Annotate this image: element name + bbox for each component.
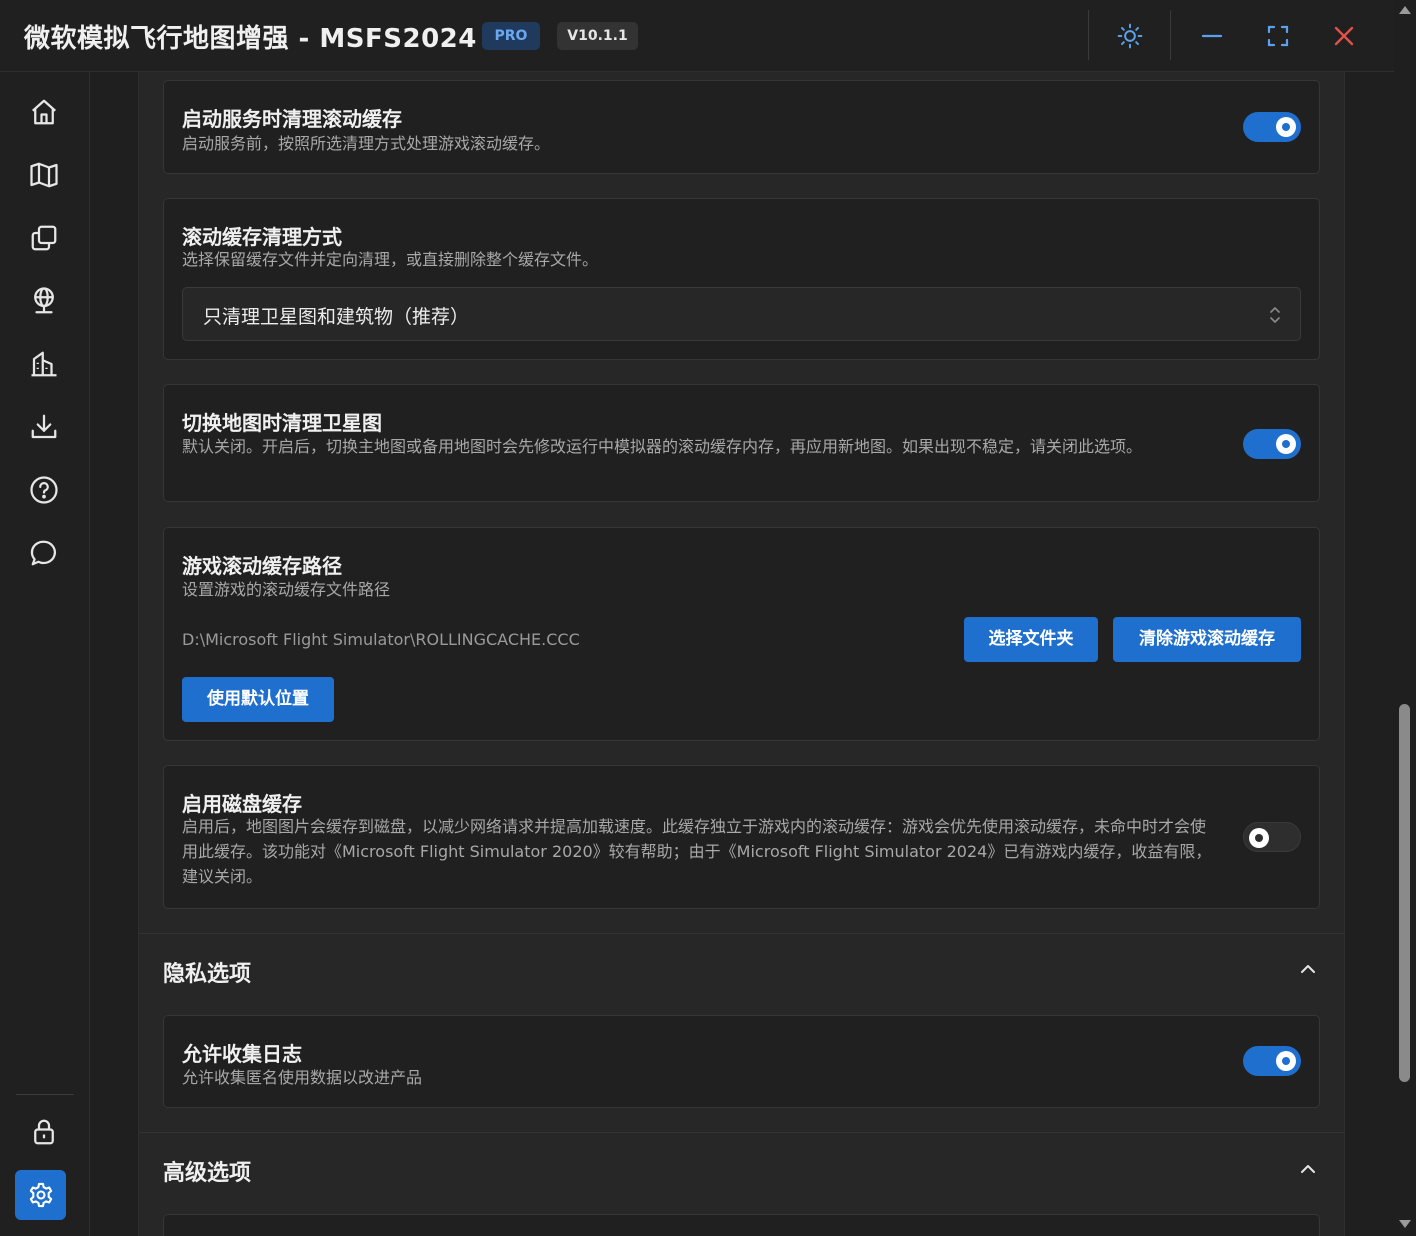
card-description: 启动服务前，按照所选清理方式处理游戏滚动缓存。 [182,134,551,153]
sidebar-item-globe[interactable] [22,279,66,323]
advanced-section-header[interactable]: 高级选项 [163,1155,251,1187]
choose-folder-button[interactable]: 选择文件夹 [964,617,1098,662]
card-cache-path: 游戏滚动缓存路径 设置游戏的滚动缓存文件路径 D:\Microsoft Flig… [163,527,1320,741]
sun-icon [1117,23,1143,49]
version-badge: V10.1.1 [557,22,638,50]
download-icon [31,414,57,439]
sidebar [0,72,90,1236]
card-title: 滚动缓存清理方式 [182,225,342,249]
clear-cache-button[interactable]: 清除游戏滚动缓存 [1113,617,1301,662]
sidebar-item-download[interactable] [22,405,66,449]
cache-path-value: D:\Microsoft Flight Simulator\ROLLINGCAC… [182,630,580,649]
titlebar-divider [1088,10,1089,60]
sidebar-item-map[interactable] [22,153,66,197]
sidebar-item-chat[interactable] [22,531,66,575]
card-title: 启用磁盘缓存 [182,792,302,816]
card-description: 启用后，地图图片会缓存到磁盘，以减少网络请求并提高加载速度。此缓存独立于游戏内的… [182,817,1212,886]
fullscreen-button[interactable] [1258,16,1298,56]
title-bar: 微软模拟飞行地图增强 - MSFS2024 PRO V10.1.1 [0,0,1416,72]
fullscreen-icon [1267,25,1289,47]
section-divider [139,933,1345,934]
help-icon [30,476,58,504]
card-clear-on-start: 启动服务时清理滚动缓存 启动服务前，按照所选清理方式处理游戏滚动缓存。 [163,80,1320,174]
card-disk-cache: 启用磁盘缓存 启用后，地图图片会缓存到磁盘，以减少网络请求并提高加载速度。此缓存… [163,765,1320,909]
minimize-button[interactable] [1192,16,1232,56]
sidebar-item-help[interactable] [22,468,66,512]
card-description: 设置游戏的滚动缓存文件路径 [182,580,391,599]
buildings-icon [31,351,57,377]
card-title: 游戏滚动缓存路径 [182,554,342,578]
sidebar-item-home[interactable] [22,90,66,134]
chevron-up-icon[interactable] [1296,957,1320,981]
map-icon [30,162,58,188]
sidebar-item-lock[interactable] [22,1110,66,1154]
home-icon [32,99,56,125]
close-button[interactable] [1324,16,1364,56]
chevron-up-icon[interactable] [1296,1157,1320,1181]
use-default-button[interactable]: 使用默认位置 [182,677,334,722]
close-icon [1334,26,1354,46]
chevron-up-down-icon [1270,307,1280,323]
card-clear-on-switch: 切换地图时清理卫星图 默认关闭。开启后，切换主地图或备用地图时会先修改运行中模拟… [163,384,1320,502]
disk-cache-toggle[interactable] [1243,822,1301,852]
minimize-icon [1201,34,1223,38]
card-description: 默认关闭。开启后，切换主地图或备用地图时会先修改运行中模拟器的滚动缓存内存，再应… [182,437,1143,456]
chat-icon [30,540,56,566]
clear-on-switch-toggle[interactable] [1243,429,1301,459]
app-title: 微软模拟飞行地图增强 - MSFS2024 [24,24,477,54]
card-description: 允许收集匿名使用数据以改进产品 [182,1068,423,1087]
theme-toggle-button[interactable] [1110,16,1150,56]
layers-icon [31,225,57,251]
sidebar-item-buildings[interactable] [22,342,66,386]
scroll-down-arrow-icon[interactable] [1397,1218,1413,1230]
sidebar-item-settings[interactable] [15,1170,66,1220]
lock-icon [34,1119,54,1145]
card-collect-logs: 允许收集日志 允许收集匿名使用数据以改进产品 [163,1015,1320,1108]
section-divider [139,1132,1345,1133]
privacy-section-header[interactable]: 隐私选项 [163,956,251,988]
card-title: 允许收集日志 [182,1042,302,1066]
collect-logs-toggle[interactable] [1243,1046,1301,1076]
sidebar-divider [16,1094,74,1095]
card-clear-method: 滚动缓存清理方式 选择保留缓存文件并定向清理，或直接删除整个缓存文件。 只清理卫… [163,198,1320,360]
clear-method-select[interactable]: 只清理卫星图和建筑物（推荐） [182,287,1301,341]
globe-pin-icon [34,287,54,314]
card-title: 启动服务时清理滚动缓存 [182,107,402,131]
card-advanced-partial [163,1214,1320,1236]
scroll-up-arrow-icon[interactable] [1397,4,1413,16]
card-title: 切换地图时清理卫星图 [182,411,382,435]
sidebar-item-layers[interactable] [22,216,66,260]
card-description: 选择保留缓存文件并定向清理，或直接删除整个缓存文件。 [182,250,599,269]
scrollbar-thumb[interactable] [1399,704,1410,1082]
clear-on-start-toggle[interactable] [1243,112,1301,142]
select-value: 只清理卫星图和建筑物（推荐） [203,306,470,328]
pro-badge: PRO [482,22,540,50]
titlebar-divider [1170,10,1171,60]
settings-icon [29,1182,52,1208]
